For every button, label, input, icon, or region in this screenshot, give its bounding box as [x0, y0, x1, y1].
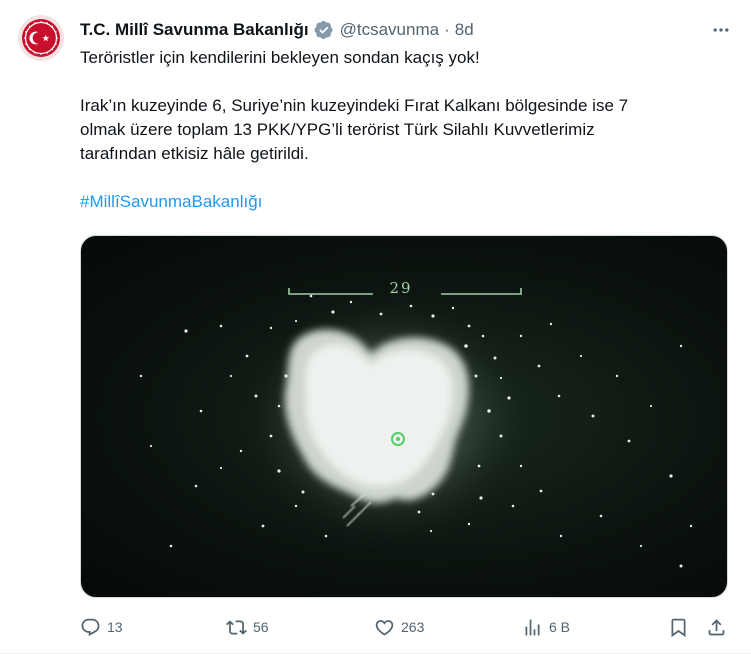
tweet-header: T.C. Millî Savunma Bakanlığı @tcsavunma … — [80, 18, 474, 42]
more-icon — [713, 28, 729, 32]
like-count: 263 — [401, 619, 425, 635]
repost-icon — [226, 619, 247, 635]
handle[interactable]: @tcsavunma — [340, 20, 439, 40]
timestamp[interactable]: 8d — [455, 20, 474, 40]
separator: · — [444, 20, 450, 39]
hashtag-link[interactable]: #MillîSavunmaBakanlığı — [80, 192, 262, 211]
tweet-line: Irak’ın kuzeyinde 6, Suriye’nin kuzeyind… — [80, 96, 629, 115]
reply-count: 13 — [107, 619, 123, 635]
avatar[interactable] — [18, 15, 64, 61]
tweet-line: Teröristler için kendilerini bekleyen so… — [80, 48, 480, 67]
display-name[interactable]: T.C. Millî Savunma Bakanlığı — [80, 20, 309, 40]
media-image: 29 — [139, 279, 693, 568]
action-bar: 13 56 263 6 B — [80, 614, 732, 640]
repost-button[interactable]: 56 — [226, 614, 269, 640]
views-button[interactable]: 6 B — [522, 614, 570, 640]
tweet[interactable]: T.C. Millî Savunma Bakanlığı @tcsavunma … — [0, 0, 751, 654]
views-count: 6 B — [549, 619, 571, 635]
share-button[interactable] — [706, 614, 727, 640]
bookmark-icon — [671, 618, 686, 637]
reply-button[interactable]: 13 — [80, 614, 123, 640]
tweet-line: tarafından etkisiz hâle getirildi. — [80, 144, 309, 163]
tweet-line: olmak üzere toplam 13 PKK/YPG’li teröris… — [80, 120, 595, 139]
tweet-media[interactable]: 29 — [80, 235, 728, 598]
reply-icon — [81, 618, 100, 636]
verified-badge-icon[interactable] — [314, 20, 334, 40]
views-icon — [525, 619, 540, 635]
bookmark-button[interactable] — [668, 614, 689, 640]
tweet-text: Teröristler için kendilerini bekleyen so… — [80, 46, 730, 214]
repost-count: 56 — [253, 619, 269, 635]
more-button[interactable] — [709, 18, 733, 42]
share-icon — [708, 618, 725, 635]
like-icon — [375, 619, 394, 636]
like-button[interactable]: 263 — [374, 614, 424, 640]
ministry-emblem-icon — [22, 19, 60, 57]
